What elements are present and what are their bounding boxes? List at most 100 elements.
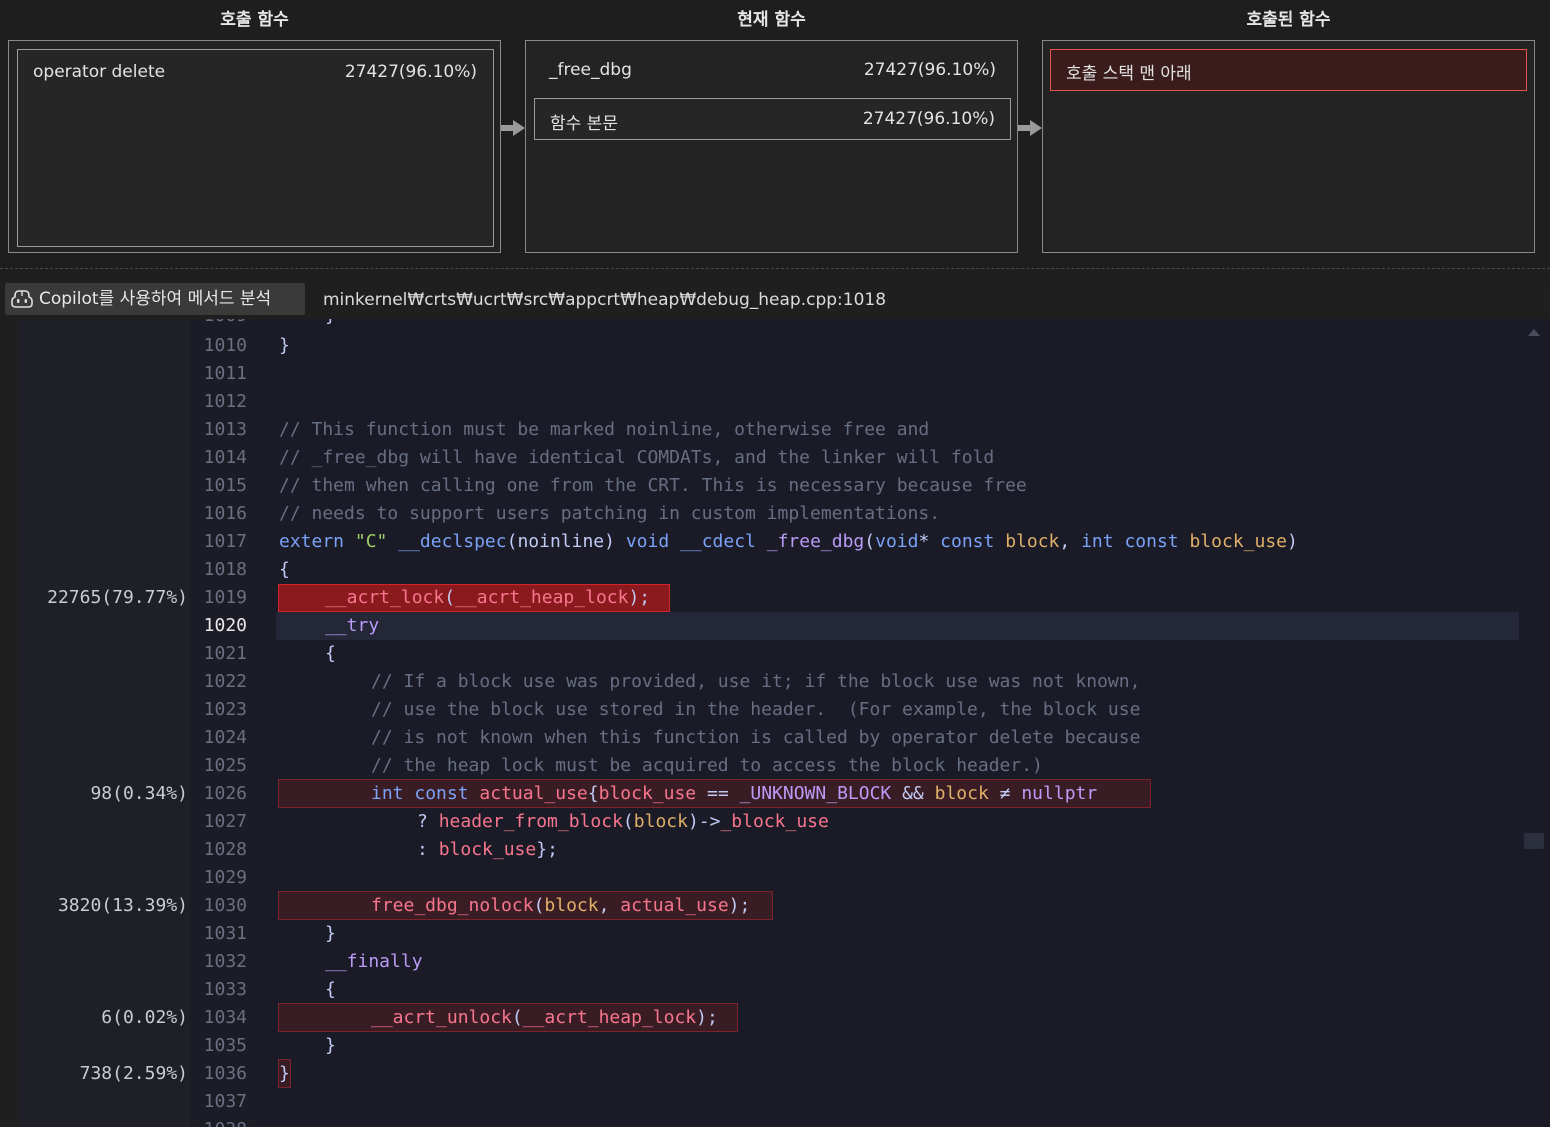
- code-line: 98(0.34%) 1026 int const actual_use{bloc…: [0, 780, 1550, 808]
- caller-value: 27427(96.10%): [344, 62, 477, 82]
- code-line: 1016 // needs to support users patching …: [0, 500, 1550, 528]
- function-body-value: 27427(96.10%): [862, 109, 995, 129]
- code-text: __acrt_lock(__acrt_heap_lock);: [325, 587, 651, 608]
- code-line: 1029: [0, 864, 1550, 892]
- code-text: }: [325, 319, 336, 330]
- code-line: 1027 ? header_from_block(block)->_block_…: [0, 808, 1550, 836]
- line-number: 1015: [203, 475, 247, 496]
- code-line: 1018 {: [0, 556, 1550, 584]
- line-number: 1017: [203, 531, 247, 552]
- line-number: 1036: [203, 1063, 247, 1084]
- line-number: 1014: [203, 447, 247, 468]
- code-line: 1013 // This function must be marked noi…: [0, 416, 1550, 444]
- callers-pane: operator delete 27427(96.10%): [8, 40, 501, 253]
- code-line: 1038: [0, 1116, 1550, 1127]
- code-line: 1011: [0, 360, 1550, 388]
- code-line: 1009 }: [0, 319, 1550, 330]
- line-number: 1038: [190, 1116, 247, 1127]
- hit-count: 6(0.02%): [101, 1007, 188, 1028]
- line-number: 1027: [203, 811, 247, 832]
- line-number: 1028: [203, 839, 247, 860]
- line-number: 1026: [203, 783, 247, 804]
- line-number: 1018: [203, 559, 247, 580]
- code-text: {: [279, 559, 290, 580]
- current-function-title: 현재 함수: [737, 10, 806, 30]
- code-text: int const actual_use{block_use == _UNKNO…: [371, 783, 1098, 804]
- code-line: 1017 extern "C" __declspec(noinline) voi…: [0, 528, 1550, 556]
- line-number: 1034: [203, 1007, 247, 1028]
- file-toolbar: Copilot를 사용하여 메서드 분석 minkernel₩crts₩ucrt…: [0, 281, 1550, 319]
- code-line: 3820(13.39%) 1030 free_dbg_nolock(block,…: [0, 892, 1550, 920]
- line-number: 1024: [203, 727, 247, 748]
- code-line: 1025 // the heap lock must be acquired t…: [0, 752, 1550, 780]
- line-number: 1030: [203, 895, 247, 916]
- code-comment: // needs to support users patching in cu…: [279, 503, 941, 524]
- copilot-analyze-label: Copilot를 사용하여 메서드 분석: [39, 289, 272, 309]
- code-text: {: [325, 979, 336, 1000]
- code-line: 1021 {: [0, 640, 1550, 668]
- current-function-name: _free_dbg: [549, 60, 632, 80]
- line-number: 1029: [203, 867, 247, 888]
- code-comment: // is not known when this function is ca…: [371, 727, 1141, 748]
- code-line: 1014 // _free_dbg will have identical CO…: [0, 444, 1550, 472]
- arrow-right-icon: [501, 120, 525, 136]
- line-number: 1012: [203, 391, 247, 412]
- code-line: 1023 // use the block use stored in the …: [0, 696, 1550, 724]
- hit-count: 22765(79.77%): [47, 587, 188, 608]
- current-function-pane: _free_dbg 27427(96.10%) 함수 본문 27427(96.1…: [525, 40, 1018, 253]
- file-path-link[interactable]: minkernel₩crts₩ucrt₩src₩appcrt₩heap₩debu…: [323, 281, 886, 319]
- copilot-analyze-button[interactable]: Copilot를 사용하여 메서드 분석: [5, 283, 305, 315]
- line-number: 1023: [203, 699, 247, 720]
- line-number: 1022: [203, 671, 247, 692]
- callee-name: 호출 스택 맨 아래: [1066, 64, 1192, 84]
- line-number: 1032: [203, 951, 247, 972]
- copilot-icon: [11, 290, 33, 308]
- code-text: __acrt_unlock(__acrt_heap_lock);: [371, 1007, 718, 1028]
- code-comment: // use the block use stored in the heade…: [371, 699, 1141, 720]
- code-text: __try: [325, 615, 380, 636]
- code-line: 1033 {: [0, 976, 1550, 1004]
- code-line: 22765(79.77%) 1019 __acrt_lock(__acrt_he…: [0, 584, 1550, 612]
- code-line: 1015 // them when calling one from the C…: [0, 472, 1550, 500]
- code-line: 1010 }: [0, 332, 1550, 360]
- code-text: }: [279, 335, 290, 356]
- code-line: 6(0.02%) 1034 __acrt_unlock(__acrt_heap_…: [0, 1004, 1550, 1032]
- code-comment: // If a block use was provided, use it; …: [371, 671, 1141, 692]
- code-line: 738(2.59%) 1036 }: [0, 1060, 1550, 1088]
- line-number: 1021: [203, 643, 247, 664]
- code-text: }: [325, 1035, 336, 1056]
- code-comment: // _free_dbg will have identical COMDATs…: [279, 447, 995, 468]
- line-number: 1016: [203, 503, 247, 524]
- minimap-marker[interactable]: [1524, 833, 1544, 849]
- splitter[interactable]: [0, 268, 1550, 269]
- code-text: extern "C" __declspec(noinline) void __c…: [279, 531, 1298, 552]
- scroll-up-icon[interactable]: [1528, 329, 1540, 336]
- code-line: 1037: [0, 1088, 1550, 1116]
- hit-count: 3820(13.39%): [57, 895, 188, 916]
- line-number: 1031: [203, 923, 247, 944]
- caller-item[interactable]: operator delete 27427(96.10%): [17, 49, 494, 247]
- current-function-item[interactable]: _free_dbg 27427(96.10%): [534, 49, 1011, 93]
- line-number: 1011: [203, 363, 247, 384]
- code-line: 1020 __try: [0, 612, 1550, 640]
- code-comment: // the heap lock must be acquired to acc…: [371, 755, 1043, 776]
- code-line: 1032 __finally: [0, 948, 1550, 976]
- line-number: 1035: [203, 1035, 247, 1056]
- hit-count: 98(0.34%): [90, 783, 188, 804]
- line-number: 1020: [203, 615, 247, 636]
- line-number: 1009: [190, 319, 247, 330]
- function-body-name: 함수 본문: [550, 114, 618, 134]
- callees-pane: 호출 스택 맨 아래: [1042, 40, 1535, 253]
- code-line: 1022 // If a block use was provided, use…: [0, 668, 1550, 696]
- line-number: 1033: [203, 979, 247, 1000]
- line-number: 1025: [203, 755, 247, 776]
- callee-item[interactable]: 호출 스택 맨 아래: [1050, 49, 1527, 91]
- code-line: 1024 // is not known when this function …: [0, 724, 1550, 752]
- hit-count: 738(2.59%): [79, 1063, 188, 1084]
- callees-title: 호출된 함수: [1246, 10, 1331, 30]
- code-text: __finally: [325, 951, 423, 972]
- line-number: 1010: [203, 335, 247, 356]
- source-editor[interactable]: 1009 } 1010 } 1011 1012 1013 // This fun…: [0, 319, 1550, 1127]
- function-body-item[interactable]: 함수 본문 27427(96.10%): [534, 98, 1011, 140]
- code-text: {: [325, 643, 336, 664]
